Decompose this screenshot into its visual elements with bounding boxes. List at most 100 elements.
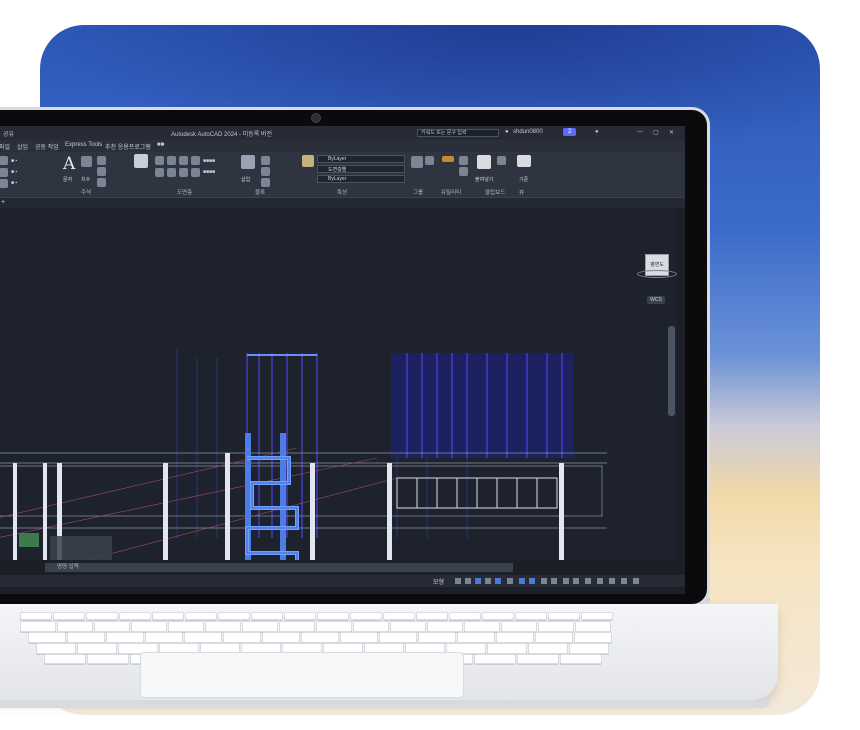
lineweight-dropdown[interactable]: ByLayer (317, 175, 405, 183)
maximize-icon[interactable]: ▢ (653, 129, 659, 136)
key[interactable] (575, 621, 611, 632)
key[interactable] (184, 632, 222, 643)
layer-tool-8-icon[interactable] (191, 168, 200, 177)
panel-groups[interactable]: 그룹 (413, 188, 423, 196)
key[interactable] (53, 612, 85, 620)
layer-tool-1-icon[interactable] (155, 156, 164, 165)
key[interactable] (501, 621, 537, 632)
layer-tool-6-icon[interactable] (167, 168, 176, 177)
settings-icon[interactable] (573, 578, 579, 584)
key[interactable] (67, 632, 105, 643)
tab-8[interactable]: 추천 응용프로그램 (105, 142, 151, 151)
measure-icon[interactable] (442, 156, 454, 162)
model-tab[interactable]: 모형 (433, 577, 444, 586)
new-tab-icon[interactable]: + (1, 199, 5, 206)
table-icon[interactable] (97, 178, 106, 187)
help-icon[interactable]: ● (595, 129, 599, 135)
tab-7[interactable]: Express Tools (65, 142, 102, 148)
annotation-scale-icon[interactable] (541, 578, 547, 584)
ungroup-icon[interactable] (425, 156, 434, 165)
match-properties-icon[interactable] (302, 155, 314, 167)
hardware-accel-icon[interactable] (597, 578, 603, 584)
close-icon[interactable]: ✕ (669, 129, 674, 136)
utility-icon[interactable] (459, 156, 468, 165)
lineweight-toggle-icon[interactable] (507, 578, 513, 584)
key[interactable] (20, 612, 52, 620)
text-tool-icon[interactable]: A (63, 154, 75, 174)
panel-layers[interactable]: 도면층 (177, 188, 192, 196)
attribute-icon[interactable] (261, 178, 270, 187)
drawing-canvas[interactable] (0, 208, 677, 560)
osnap-toggle-icon[interactable] (495, 578, 501, 584)
clean-screen-icon[interactable] (609, 578, 615, 584)
create-block-icon[interactable] (261, 156, 270, 165)
key[interactable] (185, 612, 217, 620)
key[interactable] (242, 621, 278, 632)
wcs-menu[interactable]: WCS (647, 296, 665, 304)
key[interactable] (317, 612, 349, 620)
key[interactable] (28, 632, 66, 643)
key[interactable] (449, 612, 481, 620)
vertical-scrollbar[interactable] (668, 326, 675, 416)
linear-dim-icon[interactable] (97, 156, 106, 165)
key[interactable] (87, 654, 129, 664)
key[interactable] (538, 621, 574, 632)
ortho-toggle-icon[interactable] (475, 578, 481, 584)
panel-block[interactable]: 블록 (255, 188, 265, 196)
line-tool-icon[interactable] (0, 156, 8, 165)
key[interactable] (218, 612, 250, 620)
key[interactable] (152, 612, 184, 620)
key[interactable] (205, 621, 241, 632)
circle-tool-icon[interactable] (0, 179, 8, 188)
key[interactable] (560, 654, 602, 664)
tab-1[interactable]: 삽입 (17, 142, 28, 151)
layer-properties-icon[interactable] (134, 154, 148, 168)
key[interactable] (168, 621, 204, 632)
key[interactable] (301, 632, 339, 643)
key[interactable] (86, 612, 118, 620)
minimize-icon[interactable]: — (637, 129, 643, 135)
key[interactable] (496, 632, 534, 643)
layer-tool-4-icon[interactable] (191, 156, 200, 165)
key[interactable] (44, 654, 86, 664)
annotation-visibility-icon[interactable] (551, 578, 557, 584)
object-track-icon[interactable] (529, 578, 535, 584)
panel-annotation[interactable]: 주석 (81, 188, 91, 196)
polar-toggle-icon[interactable] (485, 578, 491, 584)
panel-view[interactable]: 뷰 (519, 188, 524, 196)
key[interactable] (474, 654, 516, 664)
key[interactable] (464, 621, 500, 632)
polyline-tool-icon[interactable] (0, 168, 8, 177)
command-line-input[interactable]: 명령 입력 (45, 563, 513, 572)
key[interactable] (353, 621, 389, 632)
panel-utilities[interactable]: 유틸리티 (441, 188, 461, 196)
key[interactable] (517, 654, 559, 664)
quick-select-icon[interactable] (459, 167, 468, 176)
key[interactable] (383, 612, 415, 620)
key[interactable] (340, 632, 378, 643)
user-name[interactable]: shdun0800 (513, 129, 543, 135)
key[interactable] (350, 612, 382, 620)
isodraft-toggle-icon[interactable] (519, 578, 525, 584)
insert-block-icon[interactable] (241, 155, 255, 169)
layer-tool-7-icon[interactable] (179, 168, 188, 177)
leader-icon[interactable] (97, 167, 106, 176)
panel-properties[interactable]: 특성 (337, 188, 347, 196)
layer-tool-3-icon[interactable] (179, 156, 188, 165)
key[interactable] (57, 621, 93, 632)
touchpad[interactable] (140, 652, 464, 698)
panel-clipboard[interactable]: 클립보드 (485, 188, 505, 196)
key[interactable] (487, 643, 527, 654)
layer-tool-2-icon[interactable] (167, 156, 176, 165)
share-label[interactable]: 공유 (3, 129, 14, 138)
key[interactable] (515, 612, 547, 620)
key[interactable] (482, 612, 514, 620)
key[interactable] (427, 621, 463, 632)
paste-icon[interactable] (477, 155, 491, 169)
linetype-dropdown[interactable]: 도면층별 (317, 165, 405, 173)
key[interactable] (251, 612, 283, 620)
dimension-tool-icon[interactable] (81, 156, 92, 167)
key[interactable] (390, 621, 426, 632)
edit-block-icon[interactable] (261, 167, 270, 176)
key[interactable] (145, 632, 183, 643)
